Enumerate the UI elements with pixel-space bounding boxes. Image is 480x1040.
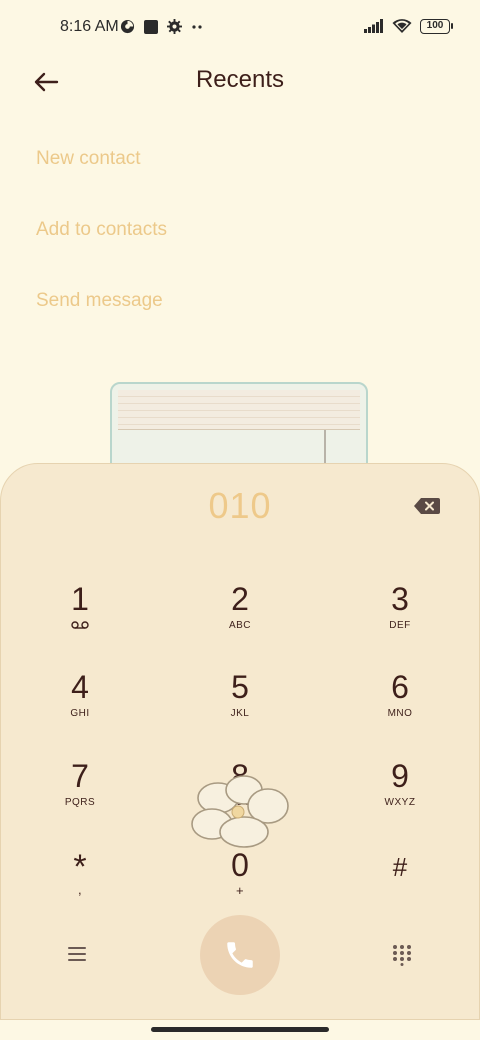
status-time: 8:16 AM xyxy=(60,18,119,35)
key-digit: # xyxy=(392,852,408,882)
battery-indicator: 100 xyxy=(420,18,453,34)
key-2[interactable]: 2 ABC xyxy=(180,582,300,662)
dialed-number: 010 xyxy=(208,485,272,526)
key-digit: 6 xyxy=(391,669,409,705)
key-letters: , xyxy=(77,882,83,897)
key-letters: WXYZ xyxy=(384,797,416,808)
key-letters: DEF xyxy=(389,620,411,631)
key-5[interactable]: 5 JKL xyxy=(180,670,300,750)
key-digit: 2 xyxy=(231,581,249,617)
notification-icons xyxy=(120,19,203,34)
dialpad-toggle-button[interactable] xyxy=(392,944,412,971)
backspace-button[interactable] xyxy=(414,497,440,515)
signal-icon xyxy=(364,19,383,33)
app-square-icon xyxy=(144,19,158,34)
key-7[interactable]: 7 PQRS xyxy=(20,759,140,839)
send-message-button[interactable]: Send message xyxy=(36,290,163,312)
key-hash[interactable]: # xyxy=(340,850,460,930)
key-9[interactable]: 9 WXYZ xyxy=(340,759,460,839)
key-letters: JKL xyxy=(230,708,250,719)
flower-decoration-icon xyxy=(191,775,289,848)
more-notifications-icon xyxy=(192,24,202,29)
status-bar: 8:16 AM 100 xyxy=(0,0,480,56)
key-digit: 0 xyxy=(231,847,249,883)
add-to-contacts-button[interactable]: Add to contacts xyxy=(36,219,167,241)
wifi-icon xyxy=(392,19,412,33)
key-star[interactable]: * , xyxy=(20,850,140,930)
page-title: Recents xyxy=(195,66,285,93)
key-digit: 9 xyxy=(391,758,409,794)
key-3[interactable]: 3 DEF xyxy=(340,582,460,662)
key-1[interactable]: 1 xyxy=(20,582,140,662)
key-letters: GHI xyxy=(70,708,90,719)
new-contact-button[interactable]: New contact xyxy=(36,148,141,170)
key-letters: + xyxy=(235,883,245,898)
illustration-shelf xyxy=(118,390,360,430)
key-digit: 3 xyxy=(391,581,409,617)
key-digit: 1 xyxy=(71,581,89,617)
key-digit: * xyxy=(73,848,87,886)
home-indicator[interactable] xyxy=(151,1027,329,1032)
backspace-icon xyxy=(414,498,440,514)
key-digit: 4 xyxy=(71,669,89,705)
key-4[interactable]: 4 GHI xyxy=(20,670,140,750)
menu-button[interactable] xyxy=(66,945,88,968)
menu-icon xyxy=(68,947,86,961)
phone-icon xyxy=(227,942,253,968)
key-letters: PQRS xyxy=(64,797,96,808)
key-digit: 5 xyxy=(231,669,249,705)
key-letters: MNO xyxy=(387,708,413,719)
key-digit: 7 xyxy=(71,758,89,794)
data-saver-icon xyxy=(120,19,135,34)
key-letters: ABC xyxy=(228,620,252,631)
system-icons: 100 xyxy=(364,18,453,34)
call-button[interactable] xyxy=(200,915,280,995)
gear-icon xyxy=(167,19,182,34)
dialpad-icon xyxy=(393,945,411,966)
key-6[interactable]: 6 MNO xyxy=(340,670,460,750)
voicemail-icon xyxy=(71,621,89,629)
